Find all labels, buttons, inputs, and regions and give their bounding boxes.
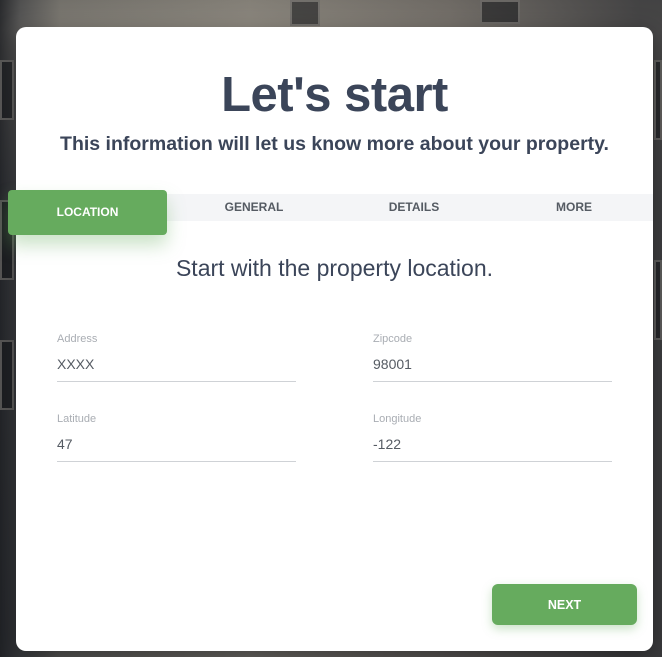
page-title: Let's start xyxy=(221,68,448,122)
zipcode-field-group: Zipcode xyxy=(373,332,612,382)
longitude-label: Longitude xyxy=(373,413,422,425)
page-subtitle: This information will let us know more a… xyxy=(60,133,609,155)
background-window xyxy=(654,260,662,340)
zipcode-input[interactable] xyxy=(373,346,612,382)
wizard-card: Let's start This information will let us… xyxy=(8,27,654,651)
next-button[interactable]: NEXT xyxy=(492,584,637,625)
background-window xyxy=(290,0,320,26)
tab-general[interactable]: GENERAL xyxy=(174,194,334,221)
background-window xyxy=(0,340,14,410)
tab-more[interactable]: MORE xyxy=(494,194,654,221)
latitude-label: Latitude xyxy=(57,413,97,425)
background-window xyxy=(654,60,662,140)
longitude-field-group: Longitude xyxy=(373,412,612,462)
background-window xyxy=(0,60,14,120)
latitude-field-group: Latitude xyxy=(57,412,296,462)
address-field-group: Address xyxy=(57,332,296,382)
tab-location[interactable]: LOCATION xyxy=(8,190,167,235)
tab-details[interactable]: DETAILS xyxy=(334,194,494,221)
section-heading: Start with the property location. xyxy=(175,255,494,281)
address-input[interactable] xyxy=(57,346,296,382)
latitude-input[interactable] xyxy=(57,426,296,462)
zipcode-label: Zipcode xyxy=(373,333,413,345)
address-label: Address xyxy=(57,333,98,345)
background-window xyxy=(480,0,520,24)
longitude-input[interactable] xyxy=(373,426,612,462)
